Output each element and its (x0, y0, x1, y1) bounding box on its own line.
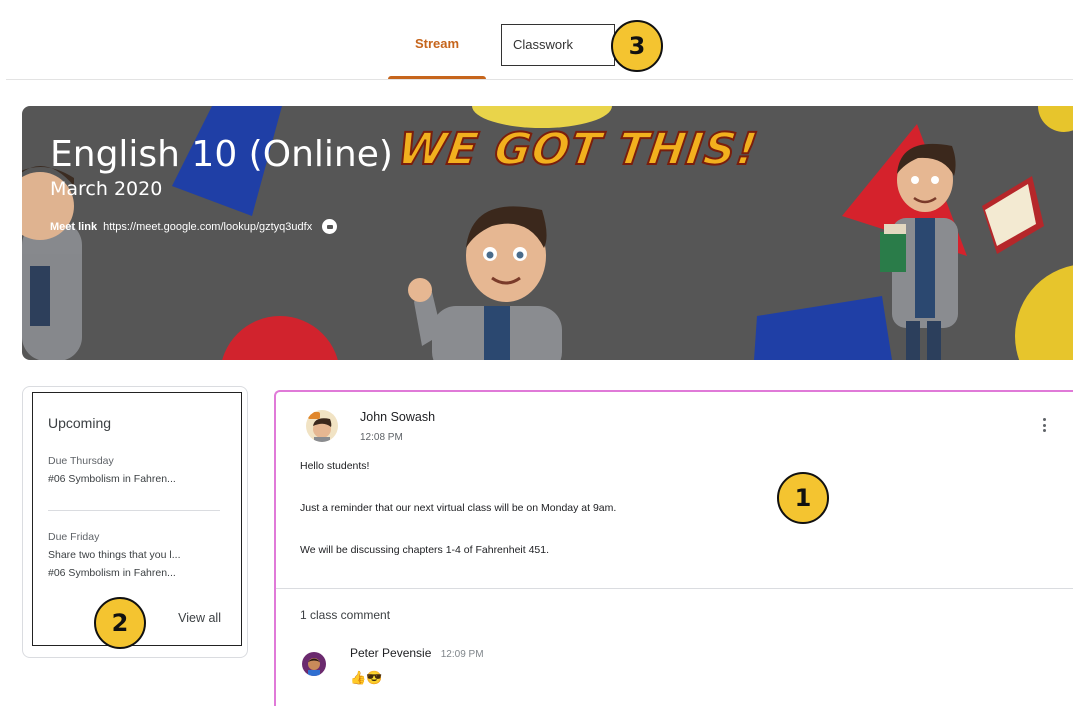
class-title: English 10 (Online) (50, 134, 393, 175)
class-tab-bar: Stream Classwork (0, 0, 1073, 80)
callout-3: 3 (611, 20, 663, 72)
tab-classwork-label: Classwork (513, 37, 573, 52)
tab-stream-label: Stream (414, 36, 460, 51)
bitmoji-center (408, 206, 562, 360)
view-all-link[interactable]: View all (178, 611, 221, 625)
comment-author-row: Peter Pevensie 12:09 PM (350, 646, 484, 660)
avatar-peter-pevensie[interactable] (302, 652, 326, 676)
meet-chat-icon[interactable] (322, 219, 338, 234)
callout-2: 2 (94, 597, 146, 649)
post-divider (276, 588, 1073, 589)
post-body-line: Just a reminder that our next virtual cl… (300, 502, 617, 514)
comment-text: 👍😎 (350, 670, 383, 685)
upcoming-title: Upcoming (48, 415, 112, 431)
class-comments-toggle[interactable]: 1 class comment (300, 608, 390, 622)
upcoming-due-label: Due Friday (48, 531, 100, 543)
tab-stream[interactable]: Stream (388, 26, 486, 80)
tab-bar-divider (6, 79, 1073, 80)
we-got-this-artwork: WE GOT THIS! (393, 123, 762, 176)
announcement-post: John Sowash 12:08 PM Hello students! Jus… (274, 390, 1073, 706)
meet-link-row: Meet link https://meet.google.com/lookup… (50, 219, 338, 234)
comment-author: Peter Pevensie (350, 646, 432, 660)
meet-link-label: Meet link (50, 220, 98, 233)
post-timestamp: 12:08 PM (360, 432, 403, 443)
upcoming-item[interactable]: #06 Symbolism in Fahren... (48, 567, 228, 579)
upcoming-divider (48, 510, 220, 511)
upcoming-item[interactable]: Share two things that you l... (48, 549, 228, 561)
more-vert-icon[interactable] (1043, 418, 1047, 432)
tab-classwork[interactable]: Classwork (501, 24, 615, 66)
meet-link-url[interactable]: https://meet.google.com/lookup/gztyq3udf… (103, 221, 312, 233)
post-author: John Sowash (360, 410, 436, 424)
post-body-line: We will be discussing chapters 1-4 of Fa… (300, 544, 550, 556)
post-body-line: Hello students! (300, 460, 370, 472)
class-banner: WE GOT THIS! English 10 (Online) March 2… (22, 106, 1073, 360)
comment-timestamp: 12:09 PM (440, 649, 484, 660)
avatar-john-sowash[interactable] (306, 410, 338, 442)
callout-1: 1 (777, 472, 829, 524)
upcoming-item[interactable]: #06 Symbolism in Fahren... (48, 473, 228, 485)
class-section: March 2020 (50, 178, 163, 200)
upcoming-due-label: Due Thursday (48, 455, 114, 467)
